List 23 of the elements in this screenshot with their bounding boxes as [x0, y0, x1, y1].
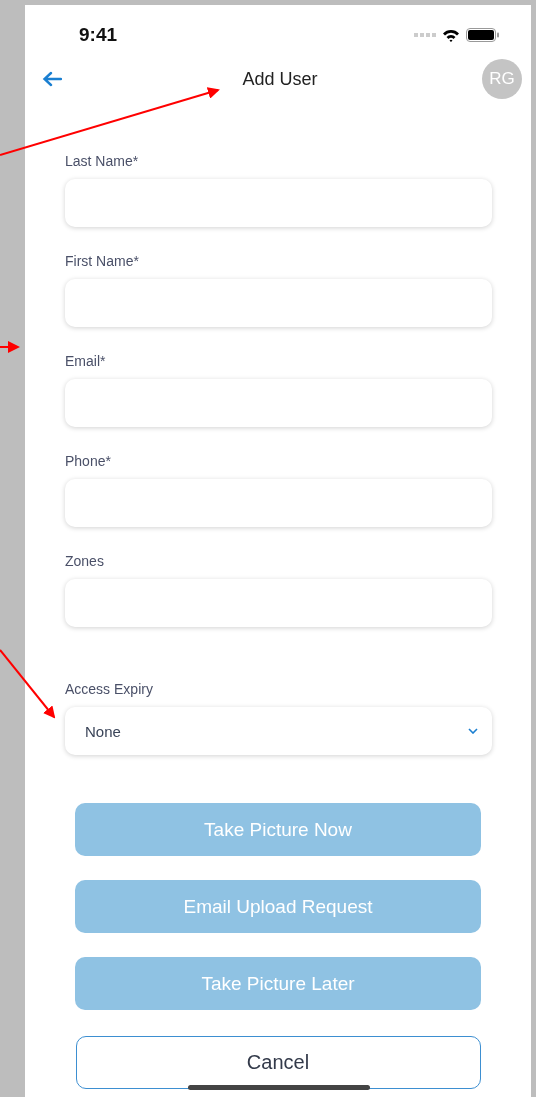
input-field[interactable] — [65, 179, 492, 227]
field-label: Email* — [65, 353, 107, 369]
cancel-button[interactable]: Cancel — [75, 1036, 481, 1089]
battery-icon — [466, 28, 499, 42]
back-arrow-icon[interactable] — [42, 71, 62, 87]
annotation-arrow — [0, 341, 20, 353]
page-title: Add User — [242, 68, 318, 90]
field-label: First Name* — [65, 253, 140, 269]
wifi-icon — [442, 28, 460, 42]
field-label: Phone* — [65, 453, 112, 469]
dropdown-field[interactable]: None — [65, 707, 492, 755]
input-field[interactable] — [65, 479, 492, 527]
status-time: 9:41 — [79, 24, 118, 46]
chevron-down-icon — [468, 728, 478, 734]
annotation-arrow — [0, 649, 56, 719]
user-avatar[interactable]: RG — [482, 59, 522, 99]
input-field[interactable] — [65, 379, 492, 427]
signal-icon — [414, 33, 436, 37]
input-field[interactable] — [65, 279, 492, 327]
field-label: Access Expiry — [65, 681, 154, 697]
field-label: Last Name* — [65, 153, 140, 169]
input-field[interactable] — [65, 579, 492, 627]
field-label: Zones — [65, 553, 105, 569]
